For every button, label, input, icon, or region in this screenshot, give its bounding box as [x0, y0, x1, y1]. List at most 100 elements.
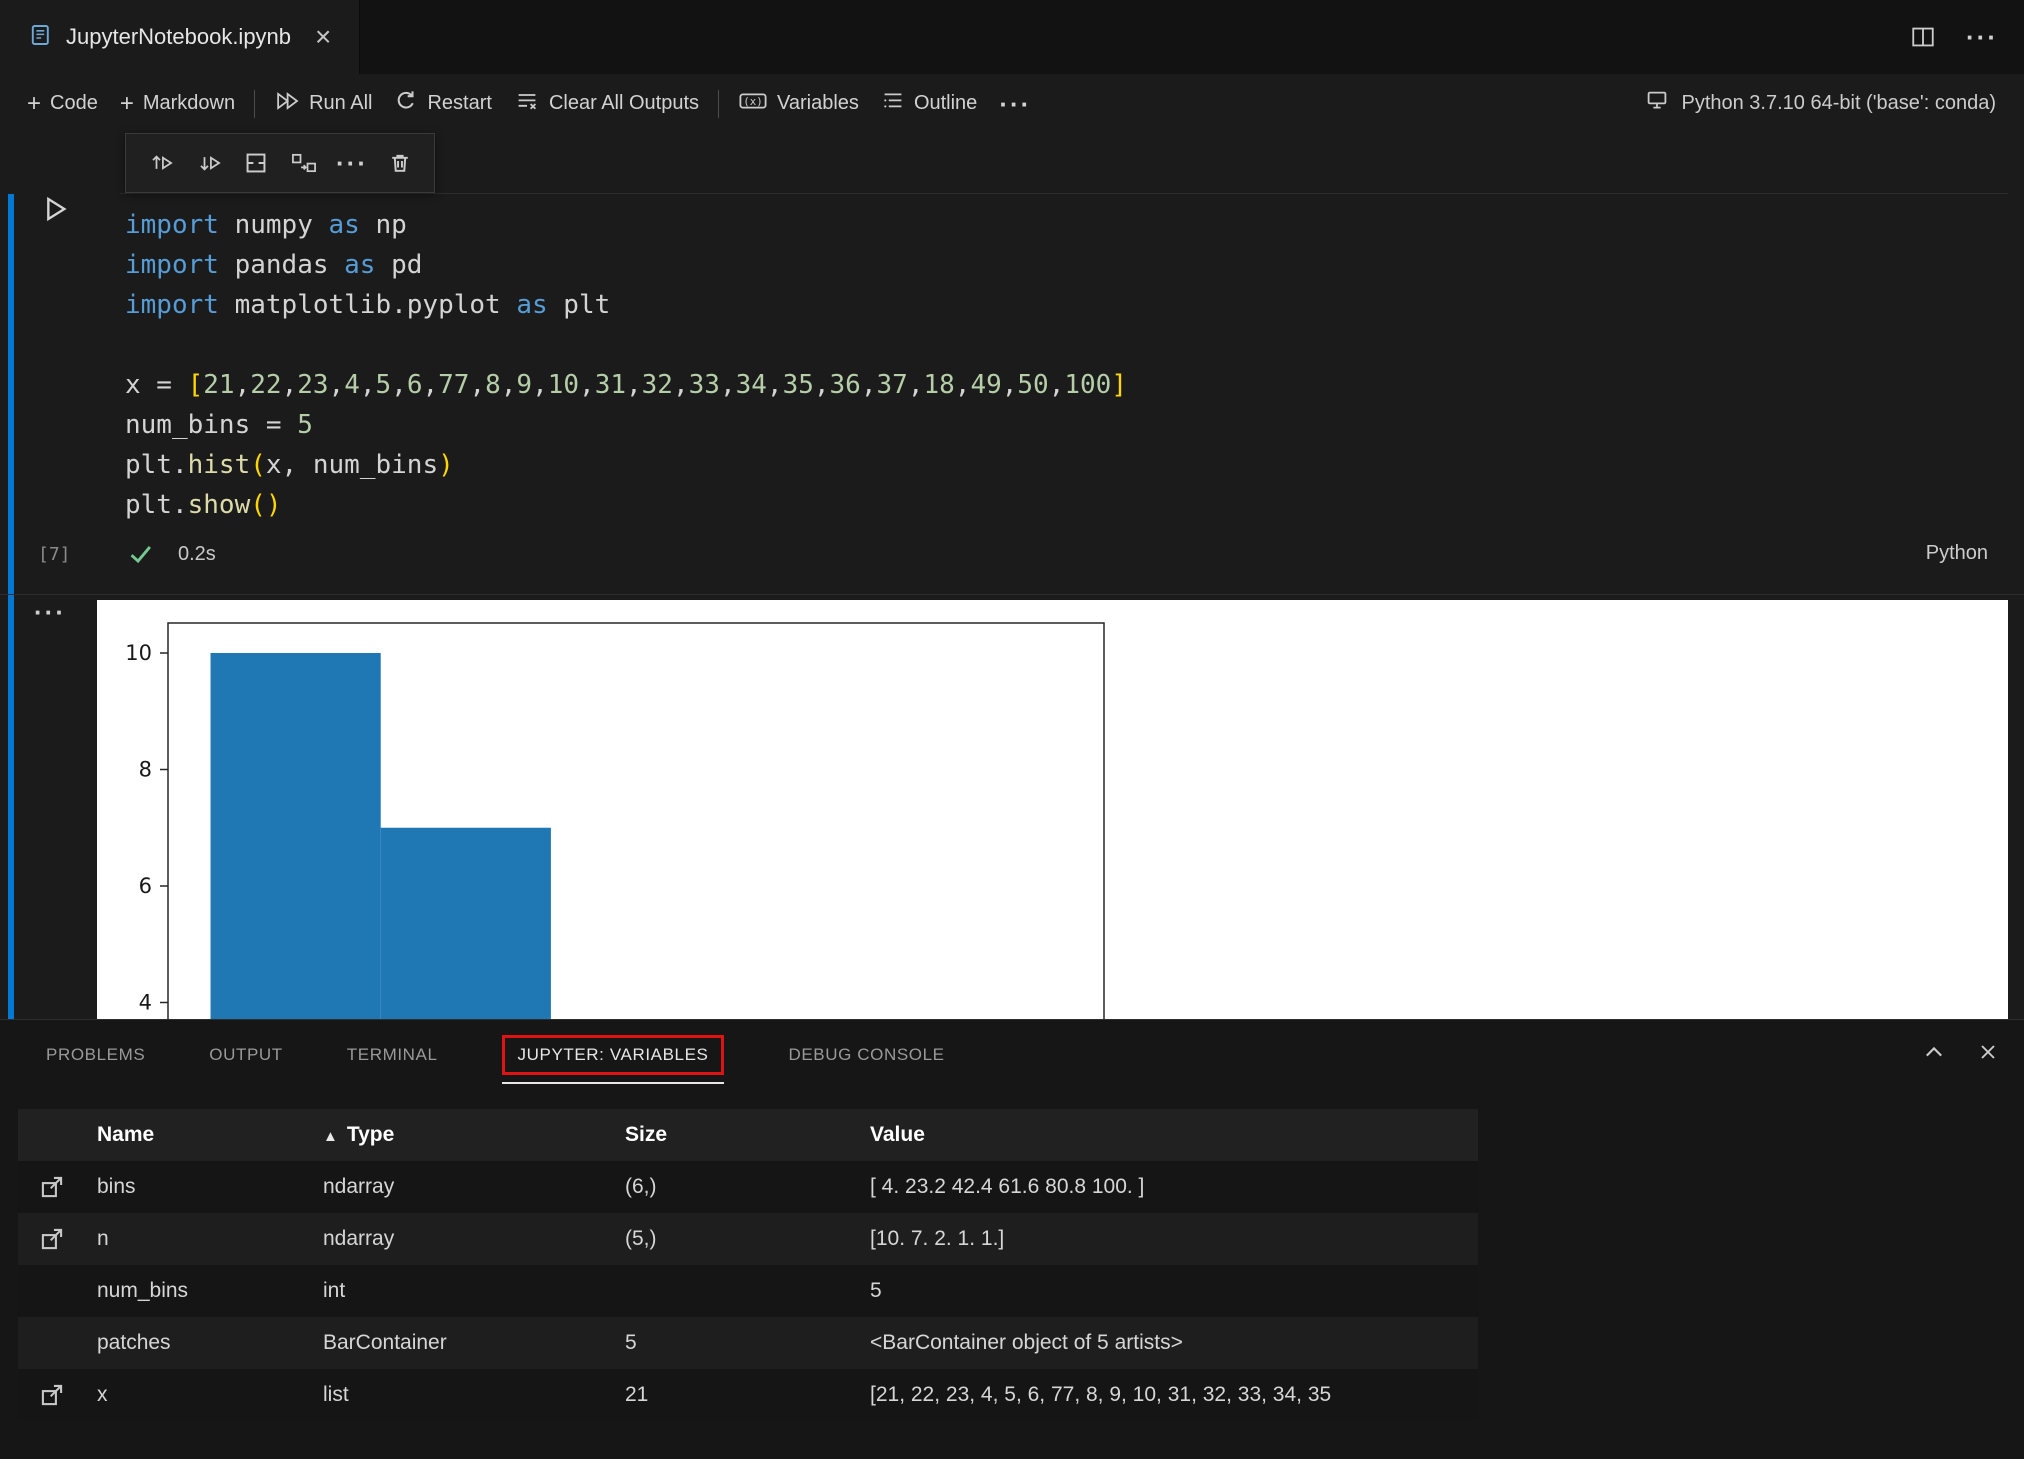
add-markdown-cell-button[interactable]: + Markdown [109, 86, 246, 122]
panel-tab-debug-console[interactable]: DEBUG CONSOLE [788, 1038, 944, 1072]
add-code-label: Code [50, 92, 98, 114]
panel-tabs: PROBLEMS OUTPUT TERMINAL JUPYTER: VARIABLES… [0, 1020, 2024, 1090]
open-in-data-viewer-icon[interactable] [18, 1174, 80, 1200]
svg-text:4: 4 [139, 991, 152, 1015]
code-line[interactable]: import pandas as pd [125, 245, 1127, 285]
variable-type: ndarray [323, 1175, 395, 1198]
header-size[interactable]: Size [607, 1123, 852, 1147]
variable-value: <BarContainer object of 5 artists> [870, 1331, 1183, 1354]
header-value[interactable]: Value [852, 1123, 1478, 1147]
editor-more-actions-icon[interactable]: ··· [1966, 24, 1998, 50]
variable-row-n[interactable]: n ndarray (5,) [10. 7. 2. 1. 1.] [18, 1213, 1478, 1265]
success-check-icon [128, 542, 154, 571]
code-line[interactable]: plt.show() [125, 485, 1127, 525]
run-all-label: Run All [309, 92, 373, 114]
execution-duration: 0.2s [178, 543, 216, 565]
sort-ascending-icon: ▲ [323, 1128, 338, 1145]
outline-button[interactable]: Outline [870, 83, 988, 125]
cell-more-actions-icon[interactable]: ··· [330, 141, 374, 185]
variable-row-patches[interactable]: patches BarContainer 5 <BarContainer object… [18, 1317, 1478, 1369]
svg-text:8: 8 [139, 758, 152, 782]
cell-status-bar: [7] 0.2s Python [0, 535, 2008, 575]
toolbar-more-icon[interactable]: ··· [988, 85, 1042, 123]
cell-toolbar: ··· [125, 133, 435, 193]
variable-size: (6,) [625, 1175, 657, 1198]
outline-label: Outline [913, 92, 978, 114]
kernel-picker[interactable]: Python 3.7.10 64-bit ('base': conda) [1645, 89, 2024, 119]
kernel-icon [1645, 89, 1669, 119]
close-panel-icon[interactable] [1976, 1040, 2000, 1064]
run-all-button[interactable]: Run All [263, 83, 383, 125]
header-type[interactable]: ▲ Type [311, 1123, 607, 1147]
restart-label: Restart [427, 92, 492, 114]
clear-all-outputs-icon [514, 89, 540, 119]
variable-name: num_bins [97, 1279, 189, 1302]
code-line[interactable] [125, 325, 1127, 365]
notebook-file-icon [28, 23, 52, 52]
open-in-data-viewer-icon[interactable] [18, 1226, 80, 1252]
open-in-data-viewer-icon[interactable] [18, 1382, 80, 1408]
plus-icon: + [27, 89, 42, 117]
variable-name: x [97, 1383, 108, 1406]
code-line[interactable]: x = [21,22,23,4,5,6,77,8,9,10,31,32,33,3… [125, 365, 1127, 405]
variable-size: (5,) [625, 1227, 657, 1250]
variable-row-bins[interactable]: bins ndarray (6,) [ 4. 23.2 42.4 61.6 80.8 … [18, 1161, 1478, 1213]
code-line[interactable]: import numpy as np [125, 205, 1127, 245]
split-cell-icon[interactable] [234, 141, 278, 185]
join-cells-icon[interactable] [282, 141, 326, 185]
histogram-svg: 4 6 8 10 [125, 622, 1105, 1019]
kernel-label: Python 3.7.10 64-bit ('base': conda) [1681, 92, 1996, 114]
variables-label: Variables [777, 92, 859, 114]
add-code-cell-button[interactable]: + Code [16, 86, 109, 122]
variables-table: Name ▲ Type Size Value bins ndarray (6,) [ 4… [18, 1109, 1478, 1421]
clear-all-outputs-button[interactable]: Clear All Outputs [503, 83, 710, 125]
output-divider [0, 594, 2024, 595]
variable-size: 5 [625, 1331, 637, 1354]
variable-size: 21 [625, 1383, 649, 1406]
svg-text:6: 6 [139, 874, 152, 898]
run-all-icon [274, 89, 300, 119]
clear-all-outputs-label: Clear All Outputs [548, 92, 700, 114]
variables-button[interactable]: (x) Variables [727, 83, 870, 125]
variable-row-x[interactable]: x list 21 [21, 22, 23, 4, 5, 6, 77, 8, 9, 1… [18, 1369, 1478, 1421]
panel-tab-problems[interactable]: PROBLEMS [46, 1038, 145, 1072]
execution-count: [7] [38, 544, 71, 565]
code-line[interactable]: plt.hist(x, num_bins) [125, 445, 1127, 485]
plus-icon: + [119, 89, 134, 117]
variables-header-row: Name ▲ Type Size Value [18, 1109, 1478, 1161]
variable-type: ndarray [323, 1227, 395, 1250]
cell-language[interactable]: Python [1926, 542, 1988, 565]
delete-cell-icon[interactable] [378, 141, 422, 185]
panel-tab-terminal[interactable]: TERMINAL [347, 1038, 438, 1072]
restart-icon [394, 89, 418, 119]
variables-rows: bins ndarray (6,) [ 4. 23.2 42.4 61.6 80.8 … [18, 1161, 1478, 1421]
panel-tab-jupyter-variables[interactable]: JUPYTER: VARIABLES [501, 1035, 725, 1084]
variable-type: BarContainer [323, 1331, 447, 1354]
code-line[interactable]: num_bins = 5 [125, 405, 1127, 445]
run-cell-button[interactable] [40, 193, 70, 230]
variable-name: patches [97, 1331, 171, 1354]
variable-row-num_bins[interactable]: num_bins int 5 [18, 1265, 1478, 1317]
tab-jupyternotebook[interactable]: JupyterNotebook.ipynb × [0, 0, 361, 74]
output-collapse-icon[interactable]: ··· [34, 599, 66, 625]
maximize-panel-icon[interactable] [1922, 1040, 1946, 1064]
notebook-editor: ··· import numpy as np import pandas as p… [0, 133, 2024, 1019]
toolbar-separator [254, 89, 256, 118]
code-line[interactable]: import matplotlib.pyplot as plt [125, 285, 1127, 325]
outline-icon [881, 89, 905, 119]
variable-type: list [323, 1383, 349, 1406]
restart-button[interactable]: Restart [383, 83, 502, 125]
vscode-window: JupyterNotebook.ipynb × ··· + Code + Mar… [0, 0, 2024, 1459]
execute-above-icon[interactable] [138, 141, 182, 185]
editor-actions: ··· [1910, 0, 2024, 74]
variable-value: [21, 22, 23, 4, 5, 6, 77, 8, 9, 10, 31, … [870, 1383, 1332, 1406]
split-editor-icon[interactable] [1910, 24, 1936, 50]
tab-close-icon[interactable]: × [315, 23, 331, 51]
variables-icon: (x) [738, 89, 768, 119]
header-name[interactable]: Name [80, 1123, 311, 1147]
execute-below-icon[interactable] [186, 141, 230, 185]
variable-type: int [323, 1279, 346, 1302]
code-lines[interactable]: import numpy as np import pandas as pd imp… [125, 205, 1127, 525]
toolbar-separator [718, 89, 720, 118]
panel-tab-output[interactable]: OUTPUT [209, 1038, 282, 1072]
